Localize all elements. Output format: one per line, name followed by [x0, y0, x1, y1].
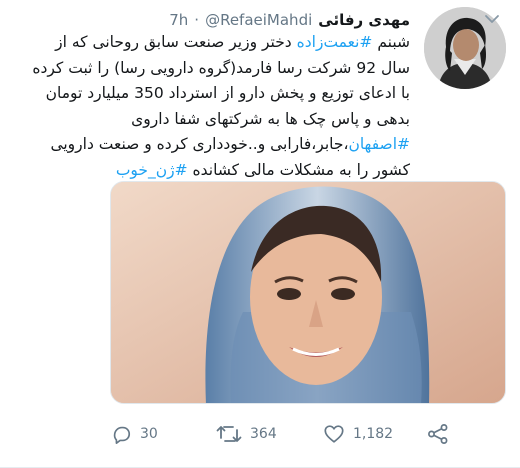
photo-image — [111, 182, 505, 403]
tweet-line: سال 92 شرکت رسا فارمد(گروه دارویی رسا) ر… — [32, 58, 410, 77]
tweet-media-photo[interactable] — [110, 181, 506, 404]
retweet-count: 364 — [250, 426, 277, 442]
author-handle[interactable]: @RefaeiMahdi — [205, 11, 312, 29]
text-segment: دختر وزیر صنعت سابق روحانی که از — [55, 33, 297, 51]
tweet-line: کشور را به مشکلات مالی کشانده #ژن_خوب — [14, 158, 410, 184]
tweet-text: شبنم #نعمت‌زاده دختر وزیر صنعت سابق روحا… — [14, 30, 410, 183]
reply-icon — [110, 423, 132, 445]
hashtag-link[interactable]: #اصفهان — [348, 135, 410, 153]
share-button[interactable] — [426, 418, 450, 450]
text-segment: ،جابر،فارابی و..خودداری کرده و صنعت دارو… — [50, 135, 349, 153]
text-segment: کشور را به مشکلات مالی کشانده — [187, 160, 410, 179]
tweet-card[interactable]: مهدی رفائی @RefaeiMahdi · 7h شبنم #نعمت‌… — [0, 0, 520, 468]
separator-dot: · — [194, 11, 200, 29]
like-count: 1,182 — [353, 426, 394, 442]
hashtag-link[interactable]: #ژن_خوب — [116, 161, 188, 179]
tweet-line: #اصفهان،جابر،فارابی و..خودداری کرده و صن… — [14, 132, 410, 158]
author-name[interactable]: مهدی رفائی — [318, 11, 410, 29]
hashtag-link[interactable]: #نعمت‌زاده — [297, 33, 373, 51]
reply-count: 30 — [140, 426, 158, 442]
retweet-icon — [216, 423, 242, 445]
share-icon — [426, 423, 450, 445]
tweet-line: با ادعای توزیع و پخش دارو از استرداد 350… — [45, 84, 410, 102]
reply-button[interactable]: 30 — [110, 418, 158, 450]
tweet-actions: 30 364 1,182 — [110, 418, 510, 450]
chevron-down-icon[interactable] — [482, 11, 502, 27]
tweet-line: بدهی و پاس چک ها به شرکتهای شفا داروی — [131, 109, 410, 128]
heart-icon — [323, 423, 345, 445]
like-button[interactable]: 1,182 — [323, 418, 393, 450]
retweet-button[interactable]: 364 — [216, 418, 277, 450]
text-segment: شبنم — [372, 33, 410, 51]
tweet-line: شبنم #نعمت‌زاده دختر وزیر صنعت سابق روحا… — [14, 30, 410, 56]
tweet-time[interactable]: 7h — [169, 11, 188, 29]
